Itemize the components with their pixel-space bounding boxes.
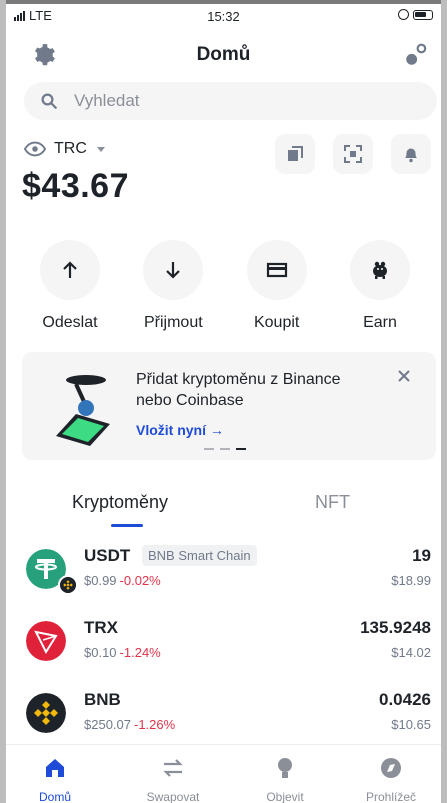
wallet-toolbar	[275, 134, 431, 174]
copy-icon	[288, 146, 303, 161]
action-label: Přijmout	[143, 314, 203, 331]
token-row-trx[interactable]: TRX $0.10 -1.24% 135.9248 $14.02	[8, 608, 439, 678]
swap-icon	[163, 759, 183, 777]
action-label: Koupit	[253, 314, 300, 331]
token-symbol: USDT	[84, 546, 131, 565]
chevron-down-icon	[96, 146, 105, 152]
discover-icon	[278, 758, 292, 778]
token-amount: 0.0426	[379, 690, 431, 709]
bottom-nav: Domů Swapovat Objevit Prohlížeč	[6, 744, 441, 803]
carousel-dot	[204, 448, 214, 450]
buy-button[interactable]: Koupit	[233, 240, 321, 332]
token-symbol: BNB	[84, 690, 121, 709]
nav-browser[interactable]: Prohlížeč	[346, 755, 436, 803]
carousel-dots	[204, 448, 246, 450]
piggy-icon	[372, 261, 387, 279]
token-chain-chip: BNB Smart Chain	[142, 545, 257, 566]
receive-button[interactable]: Přijmout	[129, 240, 217, 332]
promo-banner[interactable]: Přidat kryptoměnu z Binance nebo Coinbas…	[22, 352, 436, 460]
send-button[interactable]: Odeslat	[26, 240, 114, 332]
token-value: $14.02	[391, 645, 431, 660]
wallet-name: TRC	[54, 140, 87, 157]
promo-text: Přidat kryptoměnu z Binance nebo Coinbas…	[136, 371, 341, 409]
card-icon	[266, 262, 287, 278]
token-row-bnb[interactable]: BNB $250.07 -1.26% 0.0426 $10.65	[8, 680, 439, 750]
nav-label: Swapovat	[146, 790, 200, 803]
token-change: -1.26%	[134, 717, 176, 732]
token-price: $0.10	[84, 645, 117, 660]
tab-nft[interactable]: NFT	[315, 492, 350, 513]
page-title: Domů	[196, 44, 251, 65]
promo-link[interactable]: Vložit nyní →	[136, 422, 224, 438]
arrow-up-icon	[63, 261, 77, 278]
scan-icon	[344, 145, 362, 163]
nav-label: Domů	[38, 790, 71, 803]
link-icon[interactable]	[403, 42, 429, 68]
eye-icon[interactable]	[24, 141, 46, 157]
action-circle	[143, 240, 204, 300]
tab-indicator	[111, 524, 143, 527]
status-time: 15:32	[207, 9, 240, 24]
nav-swap[interactable]: Swapovat	[128, 755, 218, 803]
close-icon[interactable]	[396, 368, 412, 384]
action-circle	[349, 240, 410, 300]
status-right	[398, 9, 433, 20]
token-change: -1.24%	[119, 645, 161, 660]
nav-label: Prohlížeč	[365, 790, 417, 803]
search-icon	[41, 93, 57, 109]
notifications-button[interactable]	[391, 134, 431, 174]
orientation-lock-icon	[398, 9, 409, 20]
scan-button[interactable]	[333, 134, 373, 174]
token-symbol: TRX	[84, 618, 118, 637]
trx-logo-icon	[26, 621, 66, 661]
wallet-illustration-icon	[56, 375, 110, 446]
status-bar: LTE 15:32	[8, 4, 439, 28]
bnb-logo-icon	[26, 693, 66, 733]
token-price-line: $0.10 -1.24%	[84, 645, 161, 660]
arrow-down-icon	[166, 262, 181, 279]
token-amount: 19	[412, 546, 431, 565]
search-bar[interactable]	[24, 82, 437, 120]
wallet-selector[interactable]: TRC	[24, 140, 105, 158]
home-icon	[46, 759, 64, 777]
carousel-dot-active	[236, 448, 246, 450]
token-price-line: $0.99 -0.02%	[84, 573, 161, 588]
compass-icon	[381, 758, 401, 778]
action-label: Earn	[363, 314, 397, 331]
token-amount: 135.9248	[360, 618, 431, 637]
tab-crypto[interactable]: Kryptoměny	[72, 492, 168, 513]
action-circle	[246, 240, 307, 300]
nav-home[interactable]: Domů	[10, 755, 100, 803]
wallet-balance: $43.67	[22, 167, 129, 205]
bnb-chain-badge-icon	[58, 575, 78, 595]
token-price: $0.99	[84, 573, 117, 588]
search-input[interactable]	[74, 90, 374, 112]
battery-icon	[413, 9, 433, 20]
screen-left-border	[0, 0, 6, 803]
action-circle	[40, 240, 100, 300]
carousel-dot	[220, 448, 230, 450]
nav-label: Objevit	[266, 790, 304, 803]
token-change: -0.02%	[119, 573, 161, 588]
quick-actions: Odeslat Přijmout Koupit Earn	[26, 240, 424, 332]
nav-discover[interactable]: Objevit	[240, 755, 330, 803]
copy-button[interactable]	[275, 134, 315, 174]
action-label: Odeslat	[42, 314, 98, 331]
token-price-line: $250.07 -1.26%	[84, 717, 175, 732]
asset-tabs: Kryptoměny NFT	[8, 480, 439, 530]
token-price: $250.07	[84, 717, 131, 732]
token-row-usdt[interactable]: USDT BNB Smart Chain $0.99 -0.02% 19 $18.…	[8, 536, 439, 606]
header: Domů	[8, 36, 439, 76]
token-value: $10.65	[391, 717, 431, 732]
bell-icon	[405, 148, 417, 163]
screen-right-border	[441, 0, 447, 803]
app-screen: LTE 15:32 Domů TRC $43.67	[0, 0, 447, 803]
token-value: $18.99	[391, 573, 431, 588]
earn-button[interactable]: Earn	[336, 240, 424, 332]
